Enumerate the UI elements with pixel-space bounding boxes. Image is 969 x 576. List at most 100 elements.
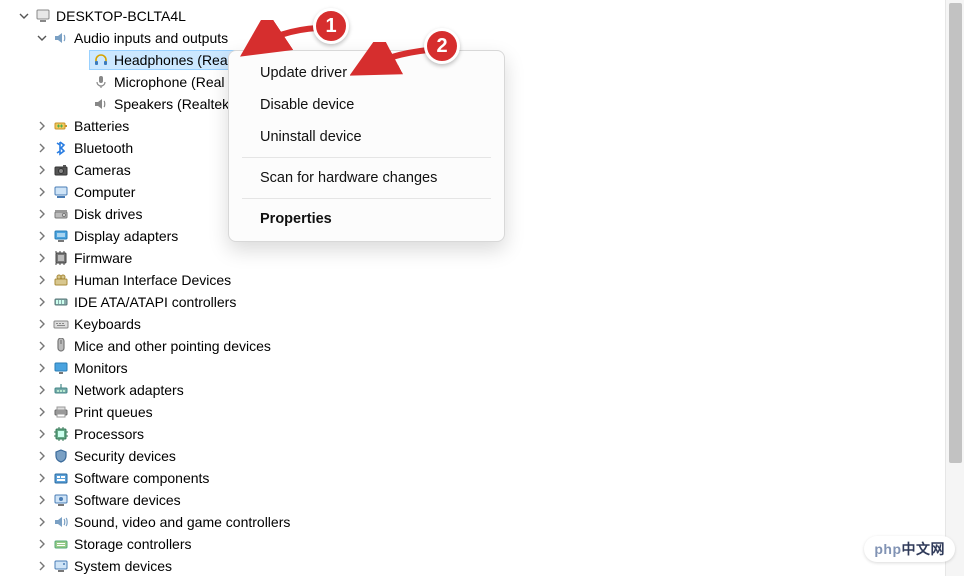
tree-label: Display adapters [74,228,182,244]
tree-node-category[interactable]: Security devices [0,445,945,467]
menu-item-scan-hardware[interactable]: Scan for hardware changes [232,162,501,194]
computer-root-icon [34,7,52,25]
tree-label: Cameras [74,162,135,178]
processor-icon [52,425,70,443]
tree-label: Batteries [74,118,133,134]
expander-closed-icon[interactable] [36,318,48,330]
tree-label: Keyboards [74,316,145,332]
watermark-p2: 中文网 [902,541,946,557]
tree-node-category[interactable]: Mice and other pointing devices [0,335,945,357]
expander-closed-icon[interactable] [36,296,48,308]
menu-item-uninstall-device[interactable]: Uninstall device [232,121,501,153]
tree-node-root[interactable]: DESKTOP-BCLTA4L [0,5,945,27]
tree-node-category[interactable]: Sound, video and game controllers [0,511,945,533]
expander-closed-icon[interactable] [36,384,48,396]
tree-node-category[interactable]: Monitors [0,357,945,379]
tree-label: Audio inputs and outputs [74,30,232,46]
tree-node-category[interactable]: Processors [0,423,945,445]
expander-closed-icon[interactable] [36,472,48,484]
disk-icon [52,205,70,223]
tree-label: Computer [74,184,139,200]
tree-label: Speakers (Realtek [114,96,233,112]
expander-open-icon[interactable] [36,32,48,44]
menu-separator [242,198,491,199]
tree-label: Bluetooth [74,140,137,156]
expander-closed-icon[interactable] [36,494,48,506]
tree-node-category[interactable]: Human Interface Devices [0,269,945,291]
security-icon [52,447,70,465]
battery-icon [52,117,70,135]
menu-label: Properties [260,211,332,227]
speaker-icon [92,95,110,113]
tree-label: Network adapters [74,382,188,398]
menu-label: Update driver [260,65,347,81]
tree-label: Firmware [74,250,136,266]
tree-label: IDE ATA/ATAPI controllers [74,294,240,310]
display-adapter-icon [52,227,70,245]
vertical-scrollbar[interactable] [945,0,964,576]
microphone-icon [92,73,110,91]
menu-label: Disable device [260,97,354,113]
annotation-badge-1: 1 [313,8,349,44]
storage-icon [52,535,70,553]
expander-closed-icon[interactable] [36,538,48,550]
expander-closed-icon[interactable] [36,516,48,528]
expander-closed-icon[interactable] [36,164,48,176]
tree-node-category[interactable]: Network adapters [0,379,945,401]
tree-label: Monitors [74,360,132,376]
software-component-icon [52,469,70,487]
tree-label: Microphone (Real [114,74,229,90]
tree-label: System devices [74,558,176,574]
tree-node-category[interactable]: Keyboards [0,313,945,335]
firmware-icon [52,249,70,267]
ide-icon [52,293,70,311]
expander-closed-icon[interactable] [36,274,48,286]
tree-node-category[interactable]: Print queues [0,401,945,423]
scrollbar-thumb[interactable] [949,3,962,463]
tree-label: Storage controllers [74,536,196,552]
expander-closed-icon[interactable] [36,450,48,462]
tree-label: DESKTOP-BCLTA4L [56,8,190,24]
expander-closed-icon[interactable] [36,362,48,374]
tree-label: Human Interface Devices [74,272,235,288]
tree-label: Sound, video and game controllers [74,514,294,530]
tree-label: Mice and other pointing devices [74,338,275,354]
tree-label: Software devices [74,492,185,508]
expander-closed-icon[interactable] [36,428,48,440]
tree-node-category[interactable]: System devices [0,555,945,576]
badge-label: 1 [325,15,336,38]
speaker-icon [52,29,70,47]
camera-icon [52,161,70,179]
menu-item-disable-device[interactable]: Disable device [232,89,501,121]
expander-closed-icon[interactable] [36,230,48,242]
sound-icon [52,513,70,531]
watermark: php中文网 [864,536,955,562]
menu-label: Uninstall device [260,129,362,145]
expander-open-icon[interactable] [18,10,30,22]
tree-node-category[interactable]: Storage controllers [0,533,945,555]
tree-label: Disk drives [74,206,146,222]
expander-closed-icon[interactable] [36,120,48,132]
tree-label: Security devices [74,448,180,464]
expander-closed-icon[interactable] [36,186,48,198]
mouse-icon [52,337,70,355]
expander-closed-icon[interactable] [36,208,48,220]
expander-closed-icon[interactable] [36,406,48,418]
expander-closed-icon[interactable] [36,560,48,572]
tree-node-category[interactable]: Firmware [0,247,945,269]
annotation-badge-2: 2 [424,28,460,64]
tree-node-category[interactable]: Software components [0,467,945,489]
tree-node-category[interactable]: IDE ATA/ATAPI controllers [0,291,945,313]
tree-node-category[interactable]: Software devices [0,489,945,511]
expander-closed-icon[interactable] [36,340,48,352]
bluetooth-icon [52,139,70,157]
watermark-pill: php中文网 [864,536,955,562]
badge-label: 2 [436,35,447,58]
hid-icon [52,271,70,289]
menu-item-properties[interactable]: Properties [232,203,501,235]
headphones-icon [92,51,110,69]
expander-closed-icon[interactable] [36,142,48,154]
tree-node-audio-category[interactable]: Audio inputs and outputs [0,27,945,49]
expander-closed-icon[interactable] [36,252,48,264]
keyboard-icon [52,315,70,333]
